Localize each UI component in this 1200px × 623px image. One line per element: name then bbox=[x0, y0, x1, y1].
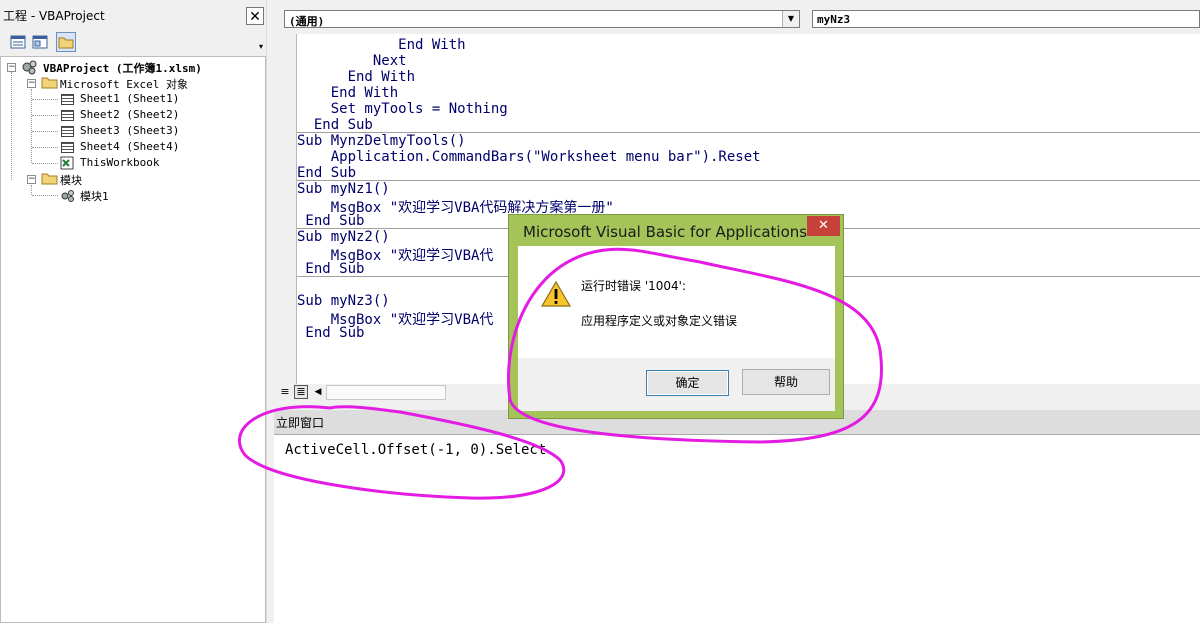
code-line: Next bbox=[297, 53, 407, 69]
procedure-dropdown-value: myNz3 bbox=[817, 13, 851, 26]
tree-collapse-icon[interactable]: − bbox=[27, 175, 36, 184]
immediate-statement: ActiveCell.Offset(-1, 0).Select bbox=[285, 442, 547, 458]
view-object-icon bbox=[32, 35, 48, 49]
immediate-window-editor[interactable]: ActiveCell.Offset(-1, 0).Select bbox=[274, 434, 1200, 623]
immediate-window-title: 立即窗口 bbox=[276, 416, 325, 430]
worksheet-icon bbox=[61, 126, 74, 137]
view-object-button[interactable] bbox=[30, 32, 50, 52]
folder-open-icon bbox=[41, 173, 58, 185]
tree-item-thisworkbook[interactable]: ThisWorkbook bbox=[80, 156, 159, 169]
code-line: End Sub bbox=[297, 261, 365, 277]
project-explorer-titlebar: 工程 - VBAProject bbox=[0, 0, 268, 31]
project-explorer-title: 工程 - VBAProject bbox=[3, 9, 105, 23]
scroll-left-icon[interactable]: ◀ bbox=[311, 385, 325, 400]
code-line: Application.CommandBars("Worksheet menu … bbox=[297, 149, 761, 165]
toggle-folders-button[interactable] bbox=[56, 32, 76, 52]
tree-connector bbox=[32, 115, 58, 116]
code-line: End With bbox=[297, 69, 416, 85]
full-module-view-button[interactable]: ≣ bbox=[294, 385, 308, 399]
dialog-close-button[interactable]: ✕ bbox=[807, 216, 840, 236]
chevron-down-icon[interactable]: ▼ bbox=[782, 11, 799, 27]
tree-connector bbox=[11, 72, 12, 180]
worksheet-icon bbox=[61, 94, 74, 105]
tree-collapse-icon[interactable]: − bbox=[7, 63, 16, 72]
code-line: Sub myNz1() bbox=[297, 181, 390, 197]
ok-button[interactable]: 确定 bbox=[646, 370, 729, 396]
code-line: Sub MynzDelmyTools() bbox=[297, 133, 466, 149]
code-line: End Sub bbox=[297, 213, 365, 229]
tree-connector bbox=[31, 89, 32, 163]
code-line: End With bbox=[297, 85, 399, 101]
tree-connector bbox=[32, 131, 58, 132]
tree-item-sheet4[interactable]: Sheet4 (Sheet4) bbox=[80, 140, 179, 153]
tree-item-sheet1[interactable]: Sheet1 (Sheet1) bbox=[80, 92, 179, 105]
object-dropdown-value: (通用) bbox=[289, 15, 325, 28]
dialog-title: Microsoft Visual Basic for Applications bbox=[523, 223, 808, 241]
tree-connector bbox=[32, 163, 58, 164]
workbook-icon bbox=[60, 156, 74, 170]
procedure-dropdown[interactable]: myNz3 bbox=[812, 10, 1200, 28]
tree-item-sheet3[interactable]: Sheet3 (Sheet3) bbox=[80, 124, 179, 137]
procedure-separator bbox=[297, 180, 1200, 181]
code-line: Sub myNz2() bbox=[297, 229, 390, 245]
code-line: End With bbox=[297, 37, 466, 53]
tree-item-module1[interactable]: 模块1 bbox=[80, 188, 109, 204]
toolbar-scroll-arrow-icon[interactable]: ▾ bbox=[256, 40, 266, 54]
code-line: End Sub bbox=[297, 165, 357, 181]
tree-connector bbox=[32, 147, 58, 148]
tree-group-modules[interactable]: 模块 bbox=[60, 172, 82, 188]
help-button[interactable]: 帮助 bbox=[742, 369, 830, 395]
folder-icon bbox=[58, 37, 74, 49]
tree-collapse-icon[interactable]: − bbox=[27, 79, 36, 88]
worksheet-icon bbox=[61, 142, 74, 153]
tree-root-label[interactable]: VBAProject (工作簿1.xlsm) bbox=[43, 60, 202, 76]
tree-connector bbox=[32, 99, 58, 100]
procedure-view-button[interactable]: ≡ bbox=[278, 385, 292, 399]
tree-connector bbox=[32, 195, 58, 196]
object-dropdown[interactable]: (通用) ▼ bbox=[284, 10, 800, 28]
error-code-text: 运行时错误 '1004': bbox=[581, 279, 686, 293]
horizontal-scrollbar[interactable] bbox=[326, 385, 446, 400]
module-icon bbox=[61, 190, 74, 202]
worksheet-icon bbox=[61, 110, 74, 121]
code-line: Set myTools = Nothing bbox=[297, 101, 508, 117]
error-message-text: 应用程序定义或对象定义错误 bbox=[581, 314, 738, 328]
code-line: End Sub bbox=[297, 117, 373, 133]
code-line: Sub myNz3() bbox=[297, 293, 390, 309]
view-code-button[interactable] bbox=[8, 32, 28, 52]
code-margin-indicator-bar[interactable] bbox=[274, 34, 297, 384]
tree-connector bbox=[31, 185, 32, 195]
view-code-icon bbox=[10, 35, 26, 49]
tree-item-sheet2[interactable]: Sheet2 (Sheet2) bbox=[80, 108, 179, 121]
project-explorer-close-button[interactable]: ✕ bbox=[246, 7, 264, 25]
tree-group-excel-objects[interactable]: Microsoft Excel 对象 bbox=[60, 76, 188, 92]
folder-open-icon bbox=[41, 77, 58, 89]
code-line: End Sub bbox=[297, 325, 365, 341]
warning-icon bbox=[540, 280, 572, 307]
vba-project-icon bbox=[22, 60, 37, 75]
